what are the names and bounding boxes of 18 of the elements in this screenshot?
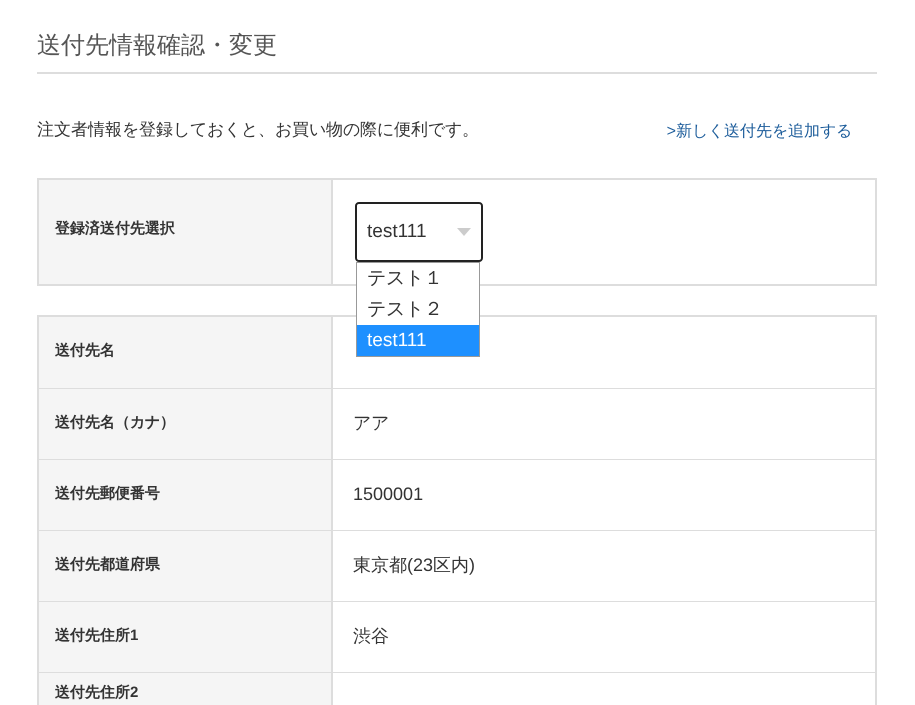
dropdown-option[interactable]: テスト２ [357, 294, 479, 325]
table-cell: アア [353, 413, 389, 433]
table-header-cell: 送付先都道府県 [39, 531, 333, 601]
dropdown-caret-icon [457, 228, 471, 236]
table-cell: 渋谷 [353, 626, 389, 646]
table-header-cell: 送付先住所2 [39, 673, 333, 705]
dropdown-option[interactable]: テスト１ [357, 263, 479, 294]
address-select[interactable]: test111 [355, 202, 483, 262]
table-cell: 1500001 [353, 484, 424, 504]
table-header-cell: 登録済送付先選択 [39, 180, 333, 284]
table-header-cell: 送付先郵便番号 [39, 460, 333, 530]
table-header-cell: 送付先住所1 [39, 602, 333, 672]
table-header-cell: 送付先名（カナ） [39, 389, 333, 459]
table-cell: 東京都(23区内) [353, 555, 476, 575]
add-address-link[interactable]: >新しく送付先を追加する [666, 120, 852, 144]
page-title: 送付先情報確認・変更 [37, 28, 877, 74]
table-header-cell: 送付先名 [39, 317, 333, 388]
description-text: 注文者情報を登録しておくと、お買い物の際に便利です。 [37, 119, 479, 142]
